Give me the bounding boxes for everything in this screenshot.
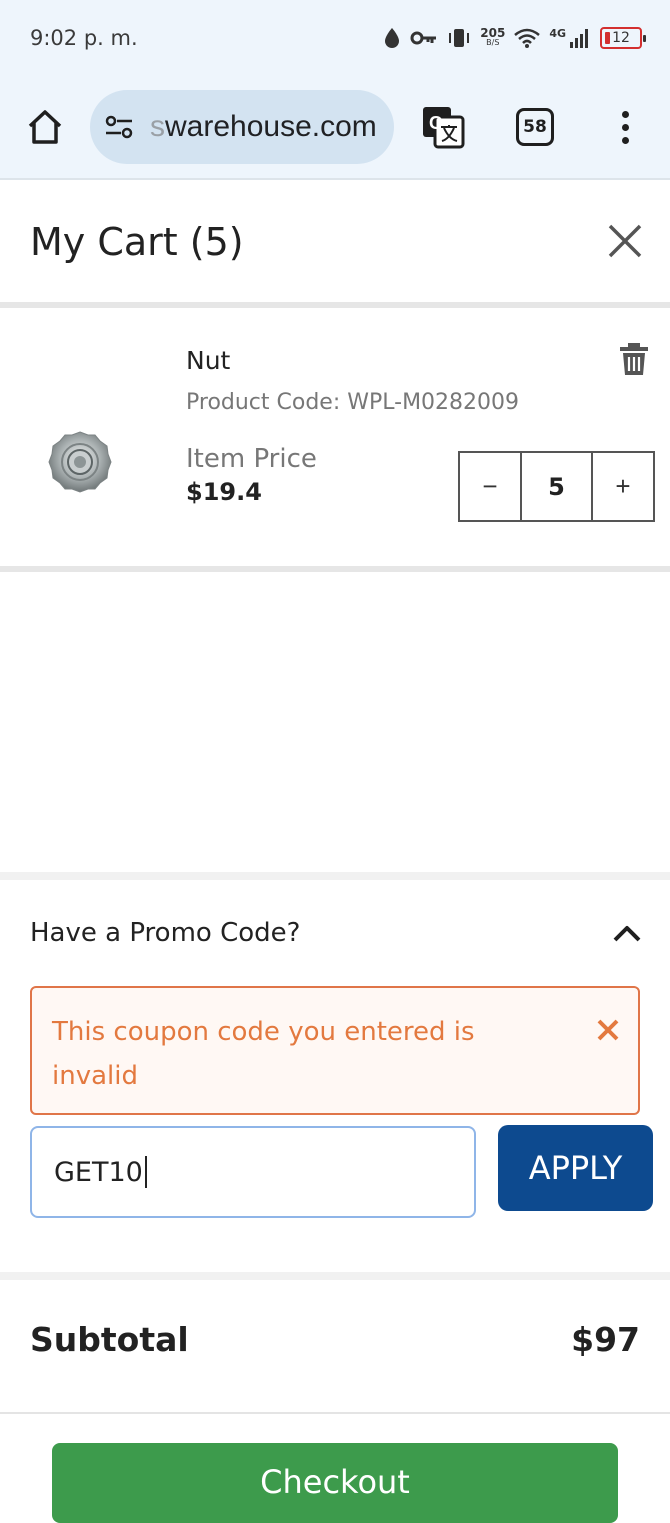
network-type: 4G [549,26,566,40]
home-icon [28,110,62,144]
item-price-label: Item Price [186,444,317,474]
status-icons: 205 B/S 4G 12 [383,22,646,54]
network-speed: 205 B/S [480,26,506,48]
data-saver-icon [385,28,400,48]
close-icon[interactable] [594,1016,622,1044]
network-speed-unit: B/S [486,38,500,47]
promo-code-value: GET10 [54,1156,143,1188]
browser-toolbar: swarehouse.com G 58 [0,76,670,180]
tab-count: 58 [523,117,547,137]
promo-error-alert: This coupon code you entered is invalid [30,986,640,1115]
quantity-value[interactable]: 5 [522,451,591,522]
signal-icon [570,29,588,48]
section-divider [0,872,670,880]
apply-button[interactable]: APPLY [498,1125,653,1211]
divider [0,302,670,308]
status-bar: 9:02 p. m. 205 B/S 4G 12 [0,0,670,76]
promo-code-toggle[interactable]: Have a Promo Code? [30,918,300,948]
home-button[interactable] [22,104,68,150]
translate-icon: G [423,107,465,149]
browser-menu-button[interactable] [610,104,640,150]
subtotal-value: $97 [571,1320,640,1359]
menu-dot-icon [621,123,629,131]
url-text[interactable]: swarehouse.com [150,110,377,144]
url-text-main: warehouse.com [165,110,377,143]
menu-dot-icon [621,110,629,118]
product-image[interactable] [46,428,114,496]
url-text-faded: s [150,110,165,143]
increase-quantity-button[interactable]: + [591,451,655,522]
svg-text:G: G [429,113,443,133]
divider [0,566,670,572]
translate-button[interactable]: G [418,102,468,152]
text-caret [144,1156,147,1188]
wifi-icon [514,28,541,48]
address-bar[interactable]: swarehouse.com [90,90,394,164]
cart-title: My Cart (5) [30,220,244,264]
checkout-button[interactable]: Checkout [52,1443,618,1523]
status-time: 9:02 p. m. [30,26,138,50]
chevron-up-icon[interactable] [610,918,644,948]
quantity-stepper[interactable]: − 5 + [458,451,655,522]
item-price-value: $19.4 [186,478,262,506]
promo-error-message: This coupon code you entered is invalid [52,1017,475,1091]
section-divider [0,1272,670,1280]
menu-dot-icon [621,136,629,144]
divider [0,1412,670,1414]
battery-level: 12 [612,30,630,46]
product-name[interactable]: Nut [186,346,230,375]
battery-icon: 12 [600,27,646,49]
decrease-quantity-button[interactable]: − [458,451,522,522]
subtotal-label: Subtotal [30,1320,189,1359]
network-speed-value: 205 [480,26,506,40]
cart-header: My Cart (5) [0,182,670,302]
site-settings-icon[interactable] [104,115,134,139]
product-code: Product Code: WPL-M0282009 [186,390,520,415]
trash-icon[interactable] [618,342,650,376]
promo-code-input[interactable]: GET10 [30,1126,476,1218]
vibrate-icon [449,29,470,47]
close-icon[interactable] [604,220,646,262]
tab-switcher-button[interactable]: 58 [516,108,554,146]
key-icon [410,31,437,45]
